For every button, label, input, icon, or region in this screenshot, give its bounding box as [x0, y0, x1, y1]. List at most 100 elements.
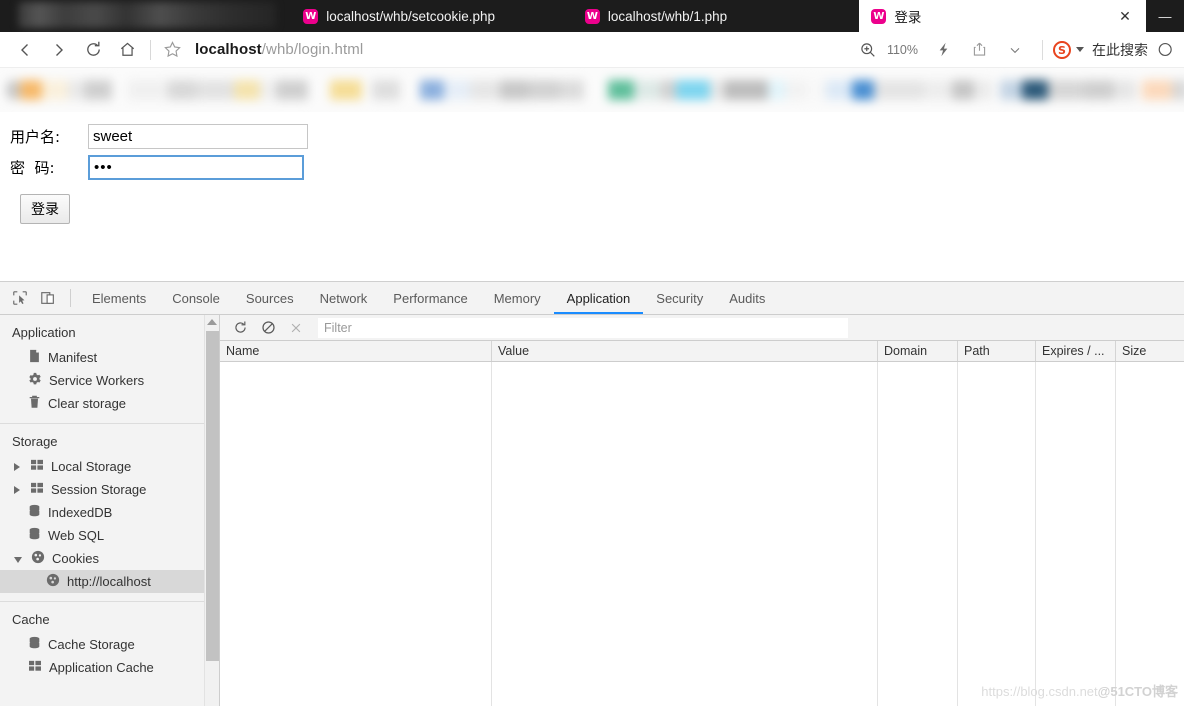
filter-placeholder-label: Filter [324, 320, 352, 335]
database-icon [28, 636, 41, 653]
address-path: /whb/login.html [261, 41, 364, 58]
sidebar-item-service-workers[interactable]: Service Workers [0, 369, 219, 392]
star-icon[interactable] [157, 40, 187, 59]
sidebar-item-clear-storage[interactable]: Clear storage [0, 392, 219, 415]
refresh-icon[interactable] [228, 317, 252, 339]
sidebar-item-cache-storage[interactable]: Cache Storage [0, 633, 219, 656]
filter-input[interactable]: Filter [318, 317, 848, 338]
scrollbar-thumb[interactable] [206, 331, 219, 661]
devtools-tab-sources[interactable]: Sources [233, 282, 307, 314]
page-content: 用户名: 密 码: 登录 [0, 112, 1184, 281]
scroll-up-arrow-icon[interactable] [207, 319, 217, 325]
blurred-window-title [0, 0, 292, 32]
home-icon[interactable] [110, 34, 144, 66]
sidebar-item-manifest[interactable]: Manifest [0, 346, 219, 369]
sidebar-item-localhost-cookie-origin[interactable]: http://localhost [0, 570, 219, 593]
close-icon[interactable]: ✕ [1116, 7, 1134, 25]
column-header-name[interactable]: Name [220, 341, 492, 361]
sogou-search-icon[interactable]: S [1053, 40, 1071, 59]
column-header-expires[interactable]: Expires / ... [1036, 341, 1116, 361]
zoom-magnifier-icon[interactable] [851, 34, 885, 66]
column-header-path[interactable]: Path [958, 341, 1036, 361]
sidebar-item-cookies[interactable]: Cookies [0, 547, 219, 570]
address-bar-url: localhost/whb/login.html [195, 41, 363, 58]
devtools-tab-application[interactable]: Application [554, 282, 644, 314]
cookies-table-body[interactable]: https://blog.csdn.net@51CTO博客 [220, 362, 1184, 706]
bookmarks-bar[interactable] [0, 68, 1184, 112]
password-label: 密 码: [10, 159, 55, 177]
devtools-tab-elements[interactable]: Elements [79, 282, 159, 314]
cookies-table-header: Name Value Domain Path Expires / ... Siz… [220, 341, 1184, 362]
gear-icon [28, 372, 42, 389]
sidebar-item-session-storage[interactable]: Session Storage [0, 478, 219, 501]
sidebar-scrollbar[interactable] [204, 315, 219, 706]
sidebar-item-indexeddb[interactable]: IndexedDB [0, 501, 219, 524]
devtools-panel: Elements Console Sources Network Perform… [0, 281, 1184, 706]
reload-icon[interactable] [76, 34, 110, 66]
browser-tab-1[interactable]: localhost/whb/setcookie.php [291, 0, 573, 32]
blur-smear [18, 2, 276, 28]
column-header-domain[interactable]: Domain [878, 341, 958, 361]
share-icon[interactable] [962, 34, 996, 66]
table-icon [30, 459, 44, 474]
bookmarks-blur-layer [0, 68, 1184, 112]
cookies-panel: Filter Name Value Domain Path Expires / … [220, 315, 1184, 706]
sidebar-item-cache-storage-label: Cache Storage [48, 637, 135, 652]
chevron-right-icon[interactable] [14, 462, 20, 471]
delete-icon[interactable] [284, 317, 308, 339]
clear-all-icon[interactable] [256, 317, 280, 339]
password-input[interactable] [88, 155, 304, 180]
cookie-icon [46, 573, 60, 590]
cookies-toolbar: Filter [220, 315, 1184, 341]
username-input[interactable] [88, 124, 308, 149]
chevron-right-icon[interactable] [14, 485, 20, 494]
chevron-down-icon[interactable] [1076, 47, 1084, 52]
inspect-element-icon[interactable] [6, 284, 34, 312]
manifest-file-icon [28, 349, 41, 366]
w-favicon-icon [871, 8, 887, 24]
device-toolbar-icon[interactable] [34, 284, 62, 312]
devtools-tab-performance[interactable]: Performance [380, 282, 480, 314]
w-favicon-icon [584, 8, 600, 24]
browser-tab-2-label: localhost/whb/1.php [607, 8, 728, 24]
sidebar-item-application-cache[interactable]: Application Cache [0, 656, 219, 679]
chevron-down-icon[interactable] [998, 34, 1032, 66]
sidebar-item-local-storage-label: Local Storage [51, 459, 132, 474]
database-icon [28, 504, 41, 521]
sidebar-item-web-sql[interactable]: Web SQL [0, 524, 219, 547]
browser-tab-bar: localhost/whb/setcookie.php localhost/wh… [0, 0, 1184, 32]
address-bar[interactable]: localhost/whb/login.html [187, 41, 851, 58]
table-column-size [1116, 362, 1164, 706]
browser-tab-3-active[interactable]: 登录 ✕ [859, 0, 1146, 32]
table-icon [28, 660, 42, 675]
column-header-size[interactable]: Size [1116, 341, 1164, 361]
forward-arrow-icon[interactable] [42, 34, 76, 66]
zoom-level-label: 110% [886, 42, 918, 57]
devtools-tab-network[interactable]: Network [307, 282, 381, 314]
minimize-button[interactable]: — [1150, 9, 1180, 24]
devtools-tab-audits[interactable]: Audits [716, 282, 778, 314]
password-row: 密 码: [10, 155, 1184, 180]
sidebar-item-localhost-label: http://localhost [67, 574, 151, 589]
sidebar-item-local-storage[interactable]: Local Storage [0, 455, 219, 478]
search-placeholder-label[interactable]: 在此搜索 [1092, 40, 1148, 60]
devtools-tab-console[interactable]: Console [159, 282, 233, 314]
column-header-value[interactable]: Value [492, 341, 878, 361]
lightning-bolt-icon[interactable] [926, 34, 960, 66]
table-column-expires [1036, 362, 1116, 706]
table-column-path [958, 362, 1036, 706]
devtools-tab-bar: Elements Console Sources Network Perform… [0, 282, 1184, 315]
chevron-down-icon[interactable] [14, 556, 22, 563]
devtools-body: Application Manifest Service Workers Cle… [0, 315, 1184, 706]
sidebar-section-cache-title: Cache [12, 612, 50, 627]
sidebar-item-application-cache-label: Application Cache [49, 660, 154, 675]
login-submit-button[interactable]: 登录 [20, 194, 70, 224]
devtools-tab-security[interactable]: Security [643, 282, 716, 314]
window-controls: — [1146, 0, 1184, 32]
trash-icon [28, 395, 41, 412]
devtools-tab-memory[interactable]: Memory [481, 282, 554, 314]
back-arrow-icon[interactable] [8, 34, 42, 66]
browser-tab-2[interactable]: localhost/whb/1.php [572, 0, 860, 32]
table-column-name [220, 362, 492, 706]
circle-icon[interactable] [1150, 34, 1176, 66]
